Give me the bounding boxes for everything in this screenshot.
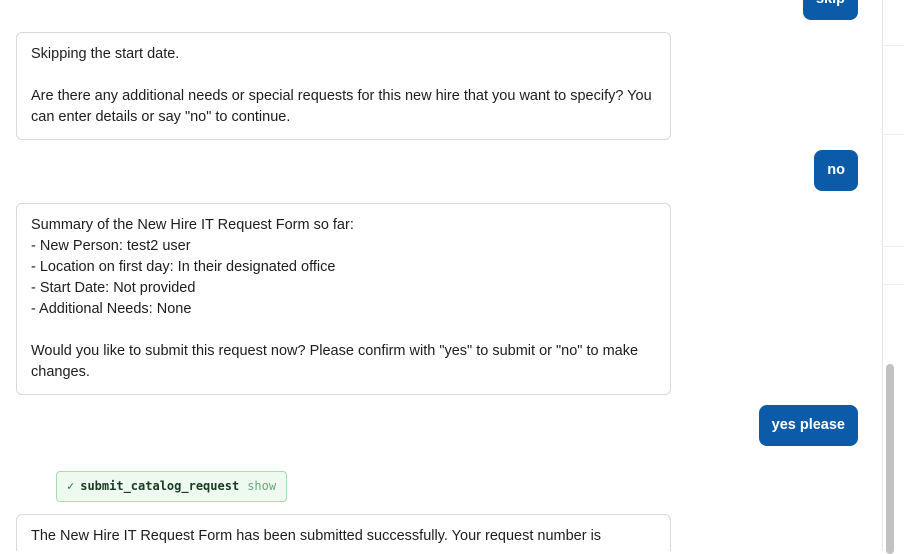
panel-divider bbox=[883, 246, 904, 247]
user-message-no: no bbox=[814, 150, 858, 191]
assistant-message-submitted: The New Hire IT Request Form has been su… bbox=[16, 514, 671, 551]
panel-divider bbox=[883, 134, 904, 135]
panel-divider bbox=[883, 284, 904, 285]
scrollbar-thumb[interactable] bbox=[886, 364, 894, 554]
panel-divider bbox=[883, 45, 904, 46]
user-message-skip: skip bbox=[802, 0, 858, 20]
assistant-message-summary: Summary of the New Hire IT Request Form … bbox=[16, 203, 671, 395]
tool-call-name: submit_catalog_request bbox=[80, 479, 240, 493]
assistant-message-start-date: Skipping the start date. Are there any a… bbox=[16, 32, 671, 140]
check-icon: ✓ bbox=[67, 479, 75, 493]
chat-transcript: skip Skipping the start date. Are there … bbox=[0, 0, 882, 551]
tool-call-show-link[interactable]: show bbox=[247, 479, 276, 493]
user-message-yes-please: yes please bbox=[758, 405, 858, 446]
tool-call-chip[interactable]: ✓ submit_catalog_request show bbox=[56, 471, 288, 502]
